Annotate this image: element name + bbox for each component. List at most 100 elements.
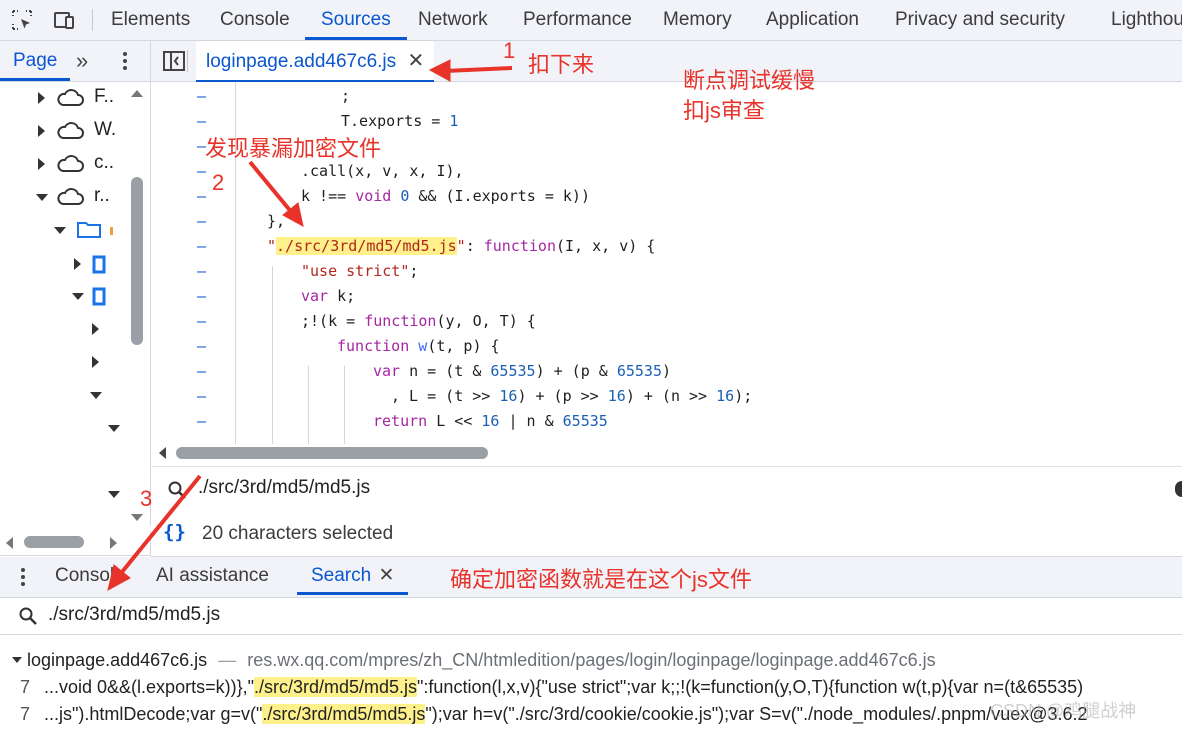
selection-status: 20 characters selected xyxy=(202,523,394,544)
tab-performance[interactable]: Performance xyxy=(523,0,632,40)
navigator-hscroll xyxy=(0,531,151,556)
search-result-row[interactable]: 7 ...js").htmlDecode;var g=v("./src/3rd/m… xyxy=(0,701,1088,727)
more-tabs-chevron-icon[interactable]: » xyxy=(76,41,88,81)
collapse-arrow-icon[interactable] xyxy=(72,293,84,300)
tree-item-label[interactable]: F.. xyxy=(94,86,114,108)
drawer-tab-console[interactable]: Console xyxy=(55,557,115,595)
search-options-icon[interactable] xyxy=(1175,481,1182,497)
line-gutter-marker[interactable]: – xyxy=(197,384,206,409)
pretty-print-icon[interactable]: {} xyxy=(163,521,186,543)
tree-item-label[interactable]: r.. xyxy=(94,185,110,207)
line-gutter-marker[interactable]: – xyxy=(197,259,206,284)
tree-item-label[interactable]: W. xyxy=(94,119,116,141)
collapse-arrow-icon[interactable] xyxy=(90,392,102,399)
vertical-scrollbar-thumb[interactable] xyxy=(131,177,143,345)
annotation-number-1: 1 xyxy=(503,38,516,63)
folder-icon xyxy=(77,222,101,238)
tab-page[interactable]: Page xyxy=(0,41,71,81)
code-text: ; xyxy=(341,87,351,105)
editor-search-bar: ./src/3rd/md5/md5.js xyxy=(151,466,1182,513)
cloud-icon xyxy=(57,122,84,139)
code-text: k !== void 0 && (I.exports = k)) xyxy=(301,187,590,205)
search-result-row[interactable]: 7 ...void 0&&(l.exports=k))},"./src/3rd/m… xyxy=(0,674,1083,700)
scroll-down-arrow-icon[interactable] xyxy=(131,514,143,521)
result-file-name: loginpage.add467c6.js xyxy=(27,650,208,670)
result-text-before: ...js").htmlDecode;var g=v(" xyxy=(44,704,263,724)
result-text-before: ...void 0&&(l.exports=k))}," xyxy=(44,677,254,697)
expand-arrow-icon[interactable] xyxy=(74,258,81,270)
line-gutter-marker[interactable]: – xyxy=(197,84,206,109)
code-text: }, xyxy=(267,212,286,230)
line-gutter-marker[interactable]: – xyxy=(197,209,206,234)
line-gutter-marker[interactable]: – xyxy=(197,309,206,334)
horizontal-scrollbar-thumb[interactable] xyxy=(176,447,488,459)
annotation-text-3: 确定加密函数就是在这个js文件 xyxy=(450,567,752,592)
tab-application[interactable]: Application xyxy=(766,0,859,40)
collapse-arrow-icon[interactable] xyxy=(108,425,120,432)
code-text: function w(t, p) { xyxy=(337,337,500,355)
file-navigator-tree: F.. W. c.. r.. xyxy=(0,82,151,526)
toolbar-divider xyxy=(92,9,93,31)
editor-divider xyxy=(187,50,188,72)
annotation-text-1: 扣下来 xyxy=(528,52,595,77)
search-result-file[interactable]: loginpage.add467c6.js — res.wx.qq.com/mp… xyxy=(12,647,936,673)
search-icon xyxy=(168,481,186,499)
collapse-arrow-icon[interactable] xyxy=(12,657,22,663)
navigator-header: Page » xyxy=(0,41,151,82)
expand-arrow-icon[interactable] xyxy=(38,158,45,170)
drawer-menu-icon[interactable] xyxy=(16,567,30,587)
line-gutter-marker[interactable]: – xyxy=(197,234,206,259)
annotation-number-2: 2 xyxy=(212,170,225,195)
inspect-element-icon[interactable] xyxy=(10,8,34,32)
annotation-text-top-right: 断点调试缓慢 扣js审查 xyxy=(683,68,816,123)
code-text: "./src/3rd/md5/md5.js": function(I, x, v… xyxy=(267,237,656,255)
scroll-left-arrow-icon[interactable] xyxy=(6,537,13,549)
folder-label-fragment xyxy=(110,227,113,235)
cloud-icon xyxy=(57,89,84,106)
toggle-navigator-icon[interactable] xyxy=(163,51,185,71)
line-gutter-marker[interactable]: – xyxy=(197,284,206,309)
expand-arrow-icon[interactable] xyxy=(38,125,45,137)
drawer-search-bar: ./src/3rd/md5/md5.js xyxy=(0,598,1182,635)
result-file-url: res.wx.qq.com/mpres/zh_CN/htmledition/pa… xyxy=(247,650,936,670)
line-gutter-marker[interactable]: – xyxy=(197,409,206,434)
tab-privacy-security[interactable]: Privacy and security xyxy=(895,0,1065,40)
tab-elements[interactable]: Elements xyxy=(111,0,190,40)
result-text-after: ":function(l,x,v){"use strict";var k;;!(… xyxy=(417,677,1084,697)
tab-sources[interactable]: Sources xyxy=(305,0,407,40)
more-options-icon[interactable] xyxy=(118,51,132,71)
drawer-tab-search-label: Search xyxy=(311,565,372,586)
close-tab-icon[interactable]: ✕ xyxy=(407,50,424,72)
scroll-up-arrow-icon[interactable] xyxy=(131,90,143,97)
expand-arrow-icon[interactable] xyxy=(92,323,99,335)
device-toolbar-icon[interactable] xyxy=(52,8,76,32)
scroll-left-arrow-icon[interactable] xyxy=(159,447,166,459)
drawer-tab-search[interactable]: Search ✕ xyxy=(297,557,409,595)
devtools-tab-bar: Elements Console Sources Network Perform… xyxy=(0,0,1182,41)
horizontal-scrollbar-thumb[interactable] xyxy=(24,536,84,548)
tab-memory[interactable]: Memory xyxy=(663,0,732,40)
file-tab[interactable]: loginpage.add467c6.js ✕ xyxy=(196,41,435,83)
drawer-search-input[interactable]: ./src/3rd/md5/md5.js xyxy=(48,604,220,626)
collapse-arrow-icon[interactable] xyxy=(36,194,48,201)
tab-network[interactable]: Network xyxy=(418,0,488,40)
collapse-arrow-icon[interactable] xyxy=(108,491,120,498)
line-gutter-marker[interactable]: – xyxy=(197,359,206,384)
result-line-number: 7 xyxy=(20,677,31,697)
editor-search-input[interactable]: ./src/3rd/md5/md5.js xyxy=(198,477,370,499)
scroll-right-arrow-icon[interactable] xyxy=(110,537,117,549)
line-gutter-marker[interactable]: – xyxy=(197,184,206,209)
expand-arrow-icon[interactable] xyxy=(92,356,99,368)
close-tab-icon[interactable]: ✕ xyxy=(378,565,394,586)
drawer-tab-ai-assistance[interactable]: AI assistance xyxy=(156,557,269,595)
result-line-number: 7 xyxy=(20,704,31,724)
tab-lighthouse[interactable]: Lighthouse xyxy=(1111,0,1182,40)
line-gutter-marker[interactable]: – xyxy=(197,334,206,359)
code-text: "use strict"; xyxy=(301,262,419,280)
code-text: ;!(k = function(y, O, T) { xyxy=(301,312,536,330)
code-text: return L << 16 | n & 65535 xyxy=(373,412,608,430)
tree-item-label[interactable]: c.. xyxy=(94,152,114,174)
collapse-arrow-icon[interactable] xyxy=(54,227,66,234)
tab-console[interactable]: Console xyxy=(220,0,290,40)
expand-arrow-icon[interactable] xyxy=(38,92,45,104)
